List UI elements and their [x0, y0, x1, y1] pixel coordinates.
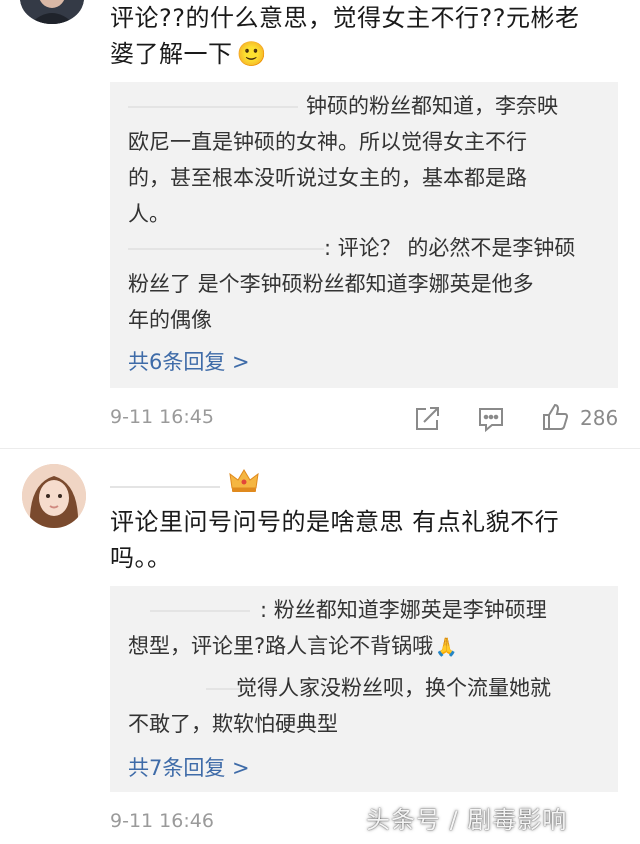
comment-text: 评论??的什么意思，觉得女主不行??元彬老 婆了解一下 🙂	[110, 0, 610, 72]
pray-emoji-icon: 🙏	[435, 637, 458, 658]
reply-text: 钟硕的粉丝都知道，李奈映	[306, 94, 558, 118]
reply-text: 年的偶像	[128, 308, 212, 332]
more-replies-link[interactable]: 共7条回复 >	[128, 752, 250, 782]
masked-username	[110, 486, 220, 488]
comment-time: 9-11 16:46	[110, 810, 214, 832]
crown-icon	[228, 468, 260, 494]
share-icon[interactable]	[412, 404, 442, 434]
reply-text: 人。	[128, 202, 170, 226]
watermark: 头条号 / 剧毒影响	[366, 806, 568, 834]
comment-line: 评论里问号问号的是啥意思 有点礼貌不行	[110, 508, 560, 536]
reply-text: 欧尼一直是钟硕的女神。所以觉得女主不行	[128, 130, 527, 154]
reply-text: : 评论？ 的必然不是李钟硕	[324, 236, 576, 260]
smile-emoji-icon: 🙂	[236, 40, 267, 68]
avatar[interactable]	[22, 464, 86, 528]
avatar[interactable]	[20, 0, 84, 24]
masked-username	[128, 248, 324, 250]
like-icon[interactable]	[540, 402, 570, 432]
reply-box[interactable]: 钟硕的粉丝都知道，李奈映 欧尼一直是钟硕的女神。所以觉得女主不行 的，甚至根本没…	[110, 82, 618, 388]
reply-text: 的，甚至根本没听说过女主的，基本都是路	[128, 166, 527, 190]
more-replies-link[interactable]: 共6条回复 >	[128, 346, 250, 376]
reply-text: 觉得人家没粉丝呗，换个流量她就	[236, 676, 551, 700]
reply-box[interactable]: : 粉丝都知道李娜英是李钟硕理 想型，评论里?路人言论不背锅哦 🙏 觉得人家没粉丝…	[110, 586, 618, 792]
comment-line: 婆了解一下 🙂	[110, 40, 267, 68]
reply-text: 粉丝了 是个李钟硕粉丝都知道李娜英是他多	[128, 272, 534, 296]
comment-text: 评论里问号问号的是啥意思 有点礼貌不行 吗。。	[110, 504, 610, 576]
comment-line: 吗。。	[110, 544, 172, 572]
comment-line: 评论??的什么意思，觉得女主不行??元彬老	[110, 4, 580, 32]
reply-text: : 粉丝都知道李娜英是李钟硕理	[260, 598, 547, 622]
like-count: 286	[580, 406, 619, 430]
reply-icon[interactable]	[476, 404, 506, 434]
divider	[0, 448, 640, 449]
reply-text: 想型，评论里?路人言论不背锅哦 🙏	[128, 634, 458, 658]
comment-time: 9-11 16:45	[110, 406, 214, 428]
masked-username	[128, 106, 298, 108]
reply-text: 不敢了，欺软怕硬典型	[128, 712, 338, 736]
masked-username	[150, 610, 250, 612]
